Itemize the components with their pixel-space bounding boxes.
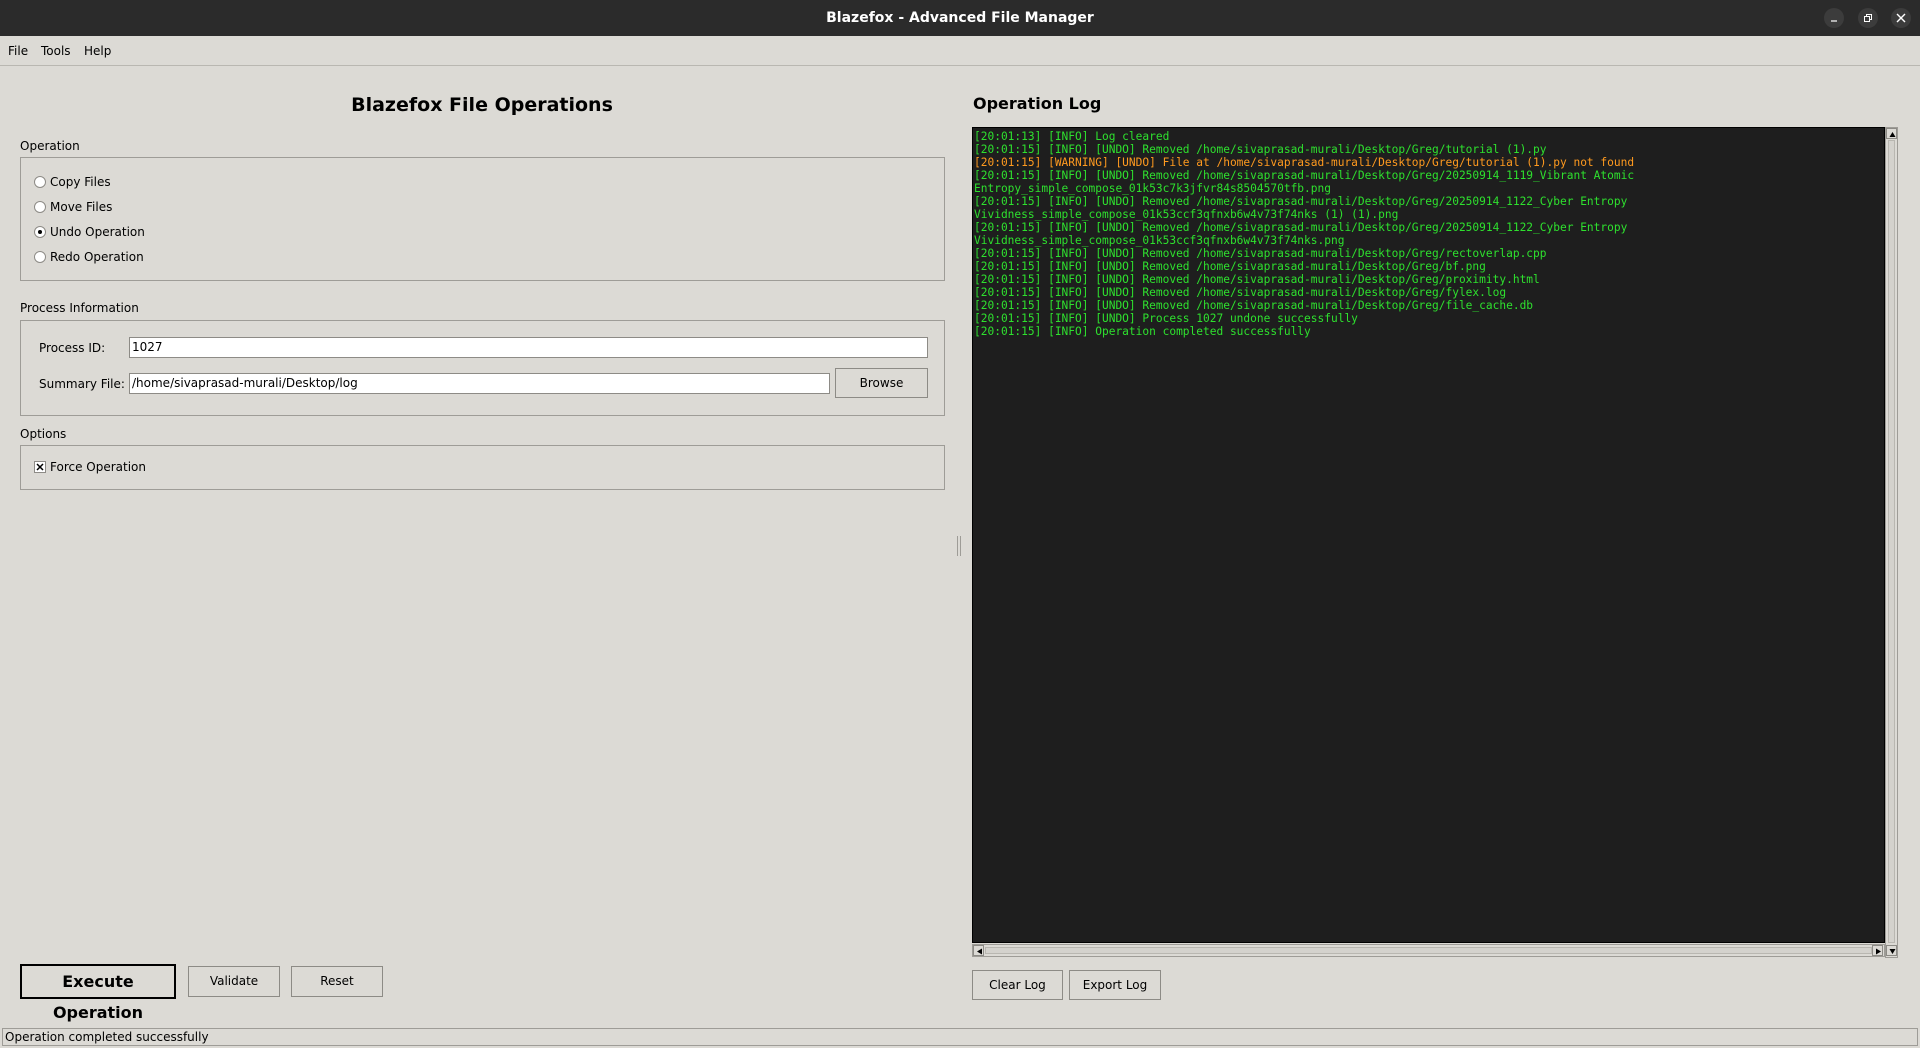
vertical-scrollbar[interactable] xyxy=(1885,127,1898,958)
vertical-scroll-thumb[interactable] xyxy=(1888,140,1895,943)
arrow-up-icon xyxy=(1889,132,1896,137)
radio-indicator[interactable] xyxy=(34,201,46,213)
radio-indicator[interactable] xyxy=(34,226,46,238)
summary-file-input[interactable]: /home/sivaprasad-murali/Desktop/log xyxy=(129,373,830,394)
log-view[interactable]: [20:01:13] [INFO] Log cleared [20:01:15] … xyxy=(972,127,1885,943)
log-line: [20:01:15] [INFO] Operation completed su… xyxy=(974,325,1311,338)
execute-operation-button[interactable]: Execute Operation xyxy=(20,964,176,1022)
pane-splitter[interactable] xyxy=(957,536,961,556)
process-id-label: Process ID: xyxy=(39,341,106,355)
radio-label: Undo Operation xyxy=(50,225,145,239)
maximize-button[interactable] xyxy=(1858,8,1878,28)
force-operation-label: Force Operation xyxy=(50,460,146,474)
log-line: Vividness_simple_compose_01k53ccf3qfnxb6… xyxy=(974,234,1345,247)
log-line: Vividness_simple_compose_01k53ccf3qfnxb6… xyxy=(974,208,1399,221)
log-line: [20:01:15] [INFO] [UNDO] Removed /home/s… xyxy=(974,260,1486,273)
reset-button[interactable]: Reset xyxy=(291,966,383,997)
arrow-right-icon xyxy=(1876,948,1881,955)
scroll-up-arrow[interactable] xyxy=(1886,128,1897,139)
log-line: [20:01:15] [WARNING] [UNDO] File at /hom… xyxy=(974,156,1635,169)
close-button[interactable] xyxy=(1891,8,1911,28)
log-line: [20:01:13] [INFO] Log cleared xyxy=(974,130,1170,143)
radio-indicator[interactable] xyxy=(34,176,46,188)
menu-tools[interactable]: Tools xyxy=(41,44,71,58)
scroll-right-arrow[interactable] xyxy=(1872,945,1883,956)
radio-label: Copy Files xyxy=(50,175,111,189)
minimize-icon xyxy=(1831,20,1837,22)
horizontal-scroll-thumb[interactable] xyxy=(985,947,1872,954)
scroll-down-arrow[interactable] xyxy=(1886,945,1897,956)
log-line: [20:01:15] [INFO] [UNDO] Removed /home/s… xyxy=(974,299,1534,312)
radio-indicator[interactable] xyxy=(34,251,46,263)
clear-log-button[interactable]: Clear Log xyxy=(972,970,1063,1000)
operation-group xyxy=(20,157,945,281)
scroll-left-arrow[interactable] xyxy=(973,945,984,956)
process-group xyxy=(20,320,945,416)
horizontal-scrollbar[interactable] xyxy=(972,944,1885,957)
log-line: [20:01:15] [INFO] [UNDO] Removed /home/s… xyxy=(974,169,1635,182)
summary-file-label: Summary File: xyxy=(39,377,125,391)
window-title: Blazefox - Advanced File Manager xyxy=(826,10,1094,26)
log-line: [20:01:15] [INFO] [UNDO] Removed /home/s… xyxy=(974,286,1507,299)
close-icon xyxy=(1896,13,1906,23)
title-bar: Blazefox - Advanced File Manager xyxy=(0,0,1920,36)
log-line: [20:01:15] [INFO] [UNDO] Removed /home/s… xyxy=(974,273,1540,286)
export-log-button[interactable]: Export Log xyxy=(1069,970,1161,1000)
log-line: [20:01:15] [INFO] [UNDO] Removed /home/s… xyxy=(974,247,1547,260)
options-group-label: Options xyxy=(20,427,67,441)
log-line: [20:01:15] [INFO] [UNDO] Process 1027 un… xyxy=(974,312,1358,325)
minimize-button[interactable] xyxy=(1824,8,1844,28)
force-operation-checkbox[interactable] xyxy=(34,461,46,473)
log-line: [20:01:15] [INFO] [UNDO] Removed /home/s… xyxy=(974,221,1628,234)
log-title: Operation Log xyxy=(973,94,1102,113)
log-line: [20:01:15] [INFO] [UNDO] Removed /home/s… xyxy=(974,195,1628,208)
arrow-left-icon xyxy=(977,948,982,955)
radio-label: Redo Operation xyxy=(50,250,144,264)
process-id-input[interactable]: 1027 xyxy=(129,337,928,358)
log-line: Entropy_simple_compose_01k53c7k3jfvr84s8… xyxy=(974,182,1331,195)
restore-icon xyxy=(1864,14,1872,22)
browse-button[interactable]: Browse xyxy=(835,368,928,398)
operation-group-label: Operation xyxy=(20,139,80,153)
radio-label: Move Files xyxy=(50,200,113,214)
menu-bar: File Tools Help xyxy=(0,36,1920,66)
arrow-down-icon xyxy=(1889,949,1896,954)
status-bar: Operation completed successfully xyxy=(2,1028,1918,1046)
page-title: Blazefox File Operations xyxy=(351,94,613,116)
menu-help[interactable]: Help xyxy=(84,44,111,58)
options-group xyxy=(20,445,945,490)
validate-button[interactable]: Validate xyxy=(188,966,280,997)
checkmark-icon xyxy=(36,463,44,471)
menu-file[interactable]: File xyxy=(8,44,28,58)
log-line: [20:01:15] [INFO] [UNDO] Removed /home/s… xyxy=(974,143,1547,156)
process-group-label: Process Information xyxy=(20,301,139,315)
